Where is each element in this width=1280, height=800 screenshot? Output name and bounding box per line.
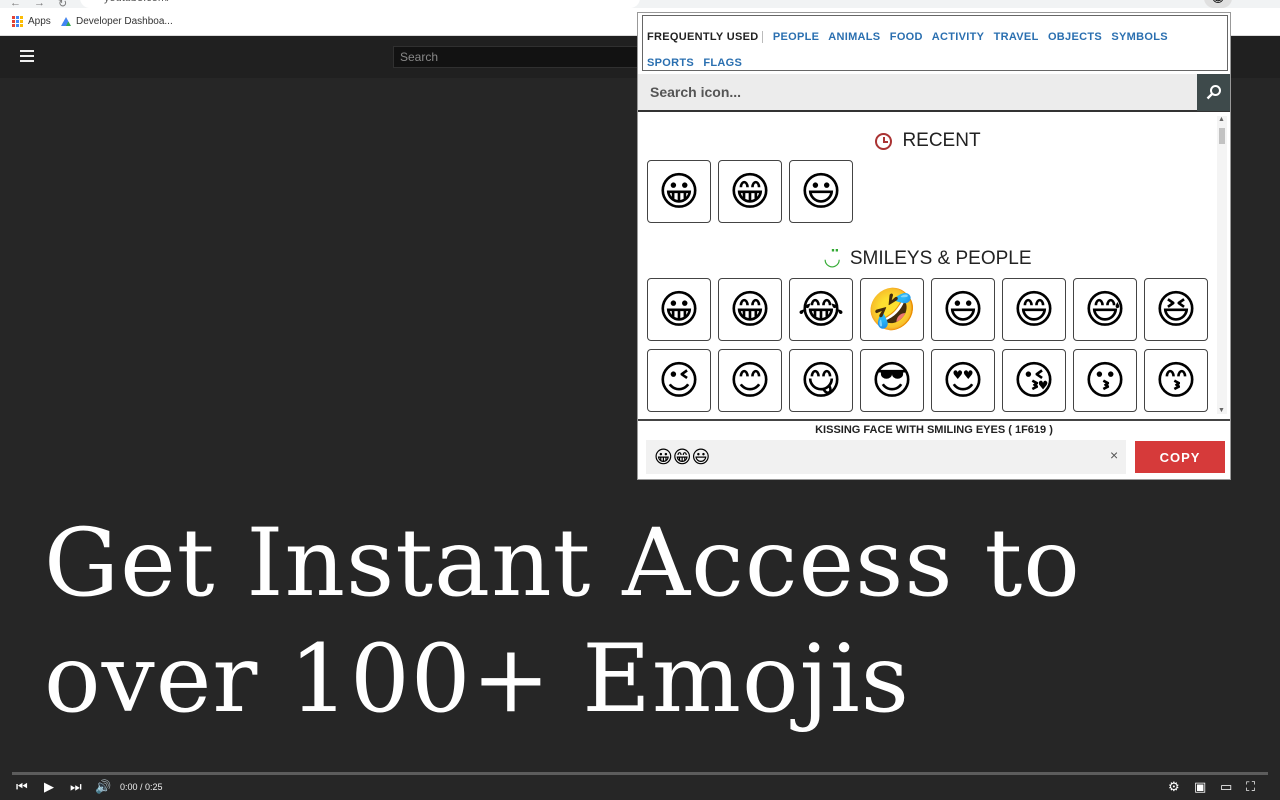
- emoji-cell[interactable]: 😙: [1144, 349, 1208, 412]
- video-overlay-text: Get Instant Access to over 100+ Emojis: [44, 506, 1081, 738]
- tab-travel[interactable]: TRAVEL: [994, 31, 1039, 43]
- video-controls: ⏮ ▶ ⏭ 🔊 0:00 / 0:25 ⚙ ▣ ▭ ⛶: [0, 775, 1280, 800]
- smileys-title: SMILEYS & PEOPLE: [849, 247, 1032, 269]
- emoji-cell[interactable]: 😊: [718, 349, 782, 412]
- clear-icon[interactable]: ×: [1110, 447, 1118, 463]
- youtube-search-input[interactable]: Search: [393, 46, 643, 68]
- scrollbar-thumb[interactable]: [1219, 128, 1225, 144]
- bookmark-label: Developer Dashboa...: [76, 16, 173, 27]
- smiley-icon: ◡̈: [824, 248, 840, 270]
- volume-icon[interactable]: 🔊: [95, 780, 111, 794]
- recent-title: RECENT: [902, 130, 981, 151]
- bookmark-label: Apps: [28, 16, 51, 27]
- emoji-extension-button[interactable]: 😀: [1204, 0, 1232, 8]
- recent-grid: 😀 😁 😃: [647, 160, 853, 223]
- next-icon[interactable]: ⏭: [70, 780, 82, 794]
- bookmark-developer-dashboard[interactable]: Developer Dashboa...: [61, 16, 173, 27]
- emoji-cell[interactable]: 😋: [789, 349, 853, 412]
- emoji-cell[interactable]: 😆: [1144, 278, 1208, 341]
- emoji-cell[interactable]: 😍: [931, 349, 995, 412]
- previous-icon[interactable]: ⏮: [16, 780, 28, 794]
- browser-toolbar: ← → ↻ youtube.com/ ● ☆ 😀: [0, 0, 1280, 10]
- menu-icon[interactable]: [20, 50, 34, 62]
- emoji-cell[interactable]: 😃: [789, 160, 853, 223]
- clock-icon: [875, 132, 893, 150]
- emoji-cell[interactable]: 😂: [789, 278, 853, 341]
- tab-flags[interactable]: FLAGS: [703, 57, 742, 69]
- emoji-cell[interactable]: 😄: [1002, 278, 1066, 341]
- overlay-line-2: over 100+ Emojis: [44, 625, 910, 734]
- icon-search-row: [638, 74, 1230, 112]
- emoji-cell[interactable]: 😀: [647, 160, 711, 223]
- tab-objects[interactable]: OBJECTS: [1048, 31, 1102, 43]
- tab-food[interactable]: FOOD: [890, 31, 923, 43]
- miniplayer-icon[interactable]: ▣: [1194, 780, 1206, 794]
- scroll-down-icon[interactable]: ▼: [1218, 407, 1225, 414]
- scrollbar[interactable]: ▲ ▼: [1217, 116, 1227, 414]
- tab-sports[interactable]: SPORTS: [647, 57, 694, 69]
- fullscreen-icon[interactable]: ⛶: [1246, 780, 1255, 794]
- bookmark-star-icon[interactable]: ☆: [1182, 0, 1191, 3]
- emoji-cell[interactable]: 😅: [1073, 278, 1137, 341]
- bookmark-apps[interactable]: Apps: [12, 16, 51, 27]
- play-icon[interactable]: ▶: [44, 780, 54, 794]
- search-button[interactable]: [1197, 74, 1230, 111]
- emoji-cell[interactable]: 😃: [931, 278, 995, 341]
- emoji-cell[interactable]: 😉: [647, 349, 711, 412]
- recent-heading: RECENT: [638, 130, 1218, 152]
- smileys-heading: ◡̈ SMILEYS & PEOPLE: [638, 246, 1218, 271]
- overlay-line-1: Get Instant Access to: [44, 509, 1081, 618]
- tab-frequently-used[interactable]: FREQUENTLY USED: [647, 31, 764, 43]
- search-icon: [1206, 85, 1221, 100]
- tab-activity[interactable]: ACTIVITY: [932, 31, 985, 43]
- smileys-grid-row-2: 😉 😊 😋 😎 😍 😘 😗 😙: [647, 349, 1208, 412]
- drive-icon: [61, 17, 71, 26]
- address-bar[interactable]: youtube.com/: [80, 0, 640, 8]
- emoji-cell[interactable]: 😀: [647, 278, 711, 341]
- selected-emoji-name: KISSING FACE WITH SMILING EYES ( 1F619 ): [638, 419, 1230, 439]
- tab-symbols[interactable]: SYMBOLS: [1111, 31, 1168, 43]
- emoji-cell[interactable]: 😁: [718, 160, 782, 223]
- category-tabs: FREQUENTLY USED PEOPLE ANIMALS FOOD ACTI…: [642, 15, 1228, 71]
- extension-icon[interactable]: ●: [1162, 0, 1168, 3]
- emoji-cell[interactable]: 😘: [1002, 349, 1066, 412]
- video-time: 0:00 / 0:25: [120, 782, 163, 792]
- settings-gear-icon[interactable]: ⚙: [1168, 780, 1180, 794]
- emoji-cell[interactable]: 😁: [718, 278, 782, 341]
- emoji-cell[interactable]: 🤣: [860, 278, 924, 341]
- screen: ← → ↻ youtube.com/ ● ☆ 😀 Apps Developer …: [0, 0, 1280, 800]
- tab-people[interactable]: PEOPLE: [773, 31, 819, 43]
- smileys-grid-row-1: 😀 😁 😂 🤣 😃 😄 😅 😆: [647, 278, 1208, 341]
- emoji-cell[interactable]: 😎: [860, 349, 924, 412]
- scroll-up-icon[interactable]: ▲: [1218, 116, 1225, 123]
- emoji-popup: FREQUENTLY USED PEOPLE ANIMALS FOOD ACTI…: [637, 12, 1231, 480]
- theater-mode-icon[interactable]: ▭: [1220, 780, 1232, 794]
- apps-icon: [12, 16, 23, 27]
- tab-animals[interactable]: ANIMALS: [828, 31, 880, 43]
- emoji-cell[interactable]: 😗: [1073, 349, 1137, 412]
- emoji-scroll-area[interactable]: RECENT 😀 😁 😃 ◡̈ SMILEYS & PEOPLE 😀 😁 😂 🤣…: [638, 114, 1230, 418]
- emoji-output-field[interactable]: 😀😁😃: [646, 440, 1126, 474]
- copy-button[interactable]: COPY: [1135, 441, 1225, 473]
- icon-search-input[interactable]: [638, 74, 1198, 110]
